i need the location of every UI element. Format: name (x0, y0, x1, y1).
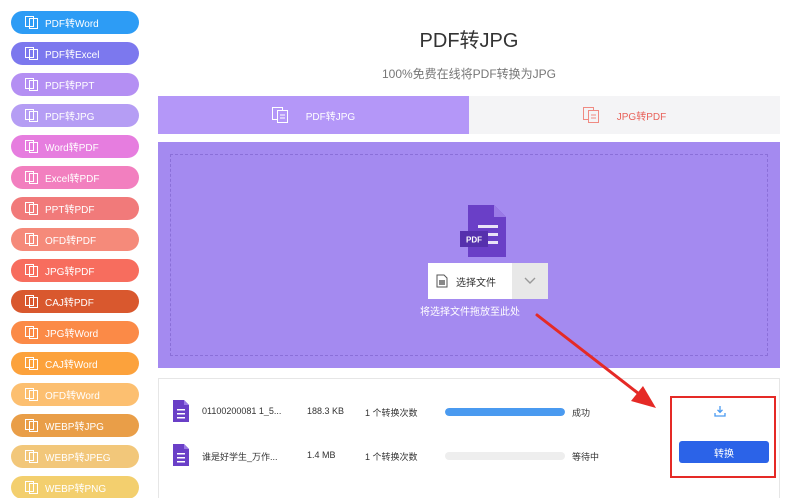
sidebar-item-pdf-to-jpg[interactable]: PDF转JPG (11, 104, 139, 127)
tab-pdf-to-jpg[interactable]: PDF转JPG (158, 96, 469, 134)
file-convert-icon (25, 202, 38, 215)
file-convert-icon (271, 107, 288, 123)
progress-fill (445, 408, 565, 416)
conversion-count: 1 个转换次数 (365, 408, 418, 418)
file-convert-icon (25, 357, 38, 370)
pdf-file-icon (172, 443, 190, 467)
sidebar-item-jpg-to-pdf[interactable]: JPG转PDF (11, 259, 139, 282)
sidebar-item-label: JPG转PDF (45, 267, 95, 278)
sidebar-item-word-to-pdf[interactable]: Word转PDF (11, 135, 139, 158)
file-convert-icon (25, 233, 38, 246)
sidebar-item-label: OFD转PDF (45, 236, 97, 247)
annotation-highlight-box (670, 396, 776, 478)
file-list: 01100200081 1_5... 188.3 KB 1 个转换次数 成功 谁… (158, 378, 780, 498)
file-convert-icon (25, 109, 38, 122)
sidebar-item-jpg-to-word[interactable]: JPG转Word (11, 321, 139, 344)
sidebar-item-label: WEBP转JPG (45, 422, 104, 433)
chevron-down-icon (524, 277, 536, 284)
file-convert-icon (25, 264, 38, 277)
sidebar-item-label: PDF转JPG (45, 112, 95, 123)
page-title: PDF转JPG (419, 30, 519, 52)
file-convert-icon (25, 47, 38, 60)
sidebar-item-ofd-to-word[interactable]: OFD转Word (11, 383, 139, 406)
choose-file-button[interactable]: 选择文件 (428, 263, 512, 299)
sidebar-item-caj-to-word[interactable]: CAJ转Word (11, 352, 139, 375)
tab-label: PDF转JPG (305, 111, 356, 123)
choose-file-label: 选择文件 (456, 277, 496, 289)
sidebar-item-excel-to-pdf[interactable]: Excel转PDF (11, 166, 139, 189)
sidebar-item-label: JPG转Word (45, 329, 99, 340)
file-convert-icon (25, 326, 38, 339)
sidebar-item-label: WEBP转JPEG (45, 453, 111, 464)
file-status: 成功 (572, 408, 591, 418)
conversion-count: 1 个转换次数 (365, 452, 418, 462)
drop-zone[interactable]: PDF 选择文件 将选择文件拖放至此处 (170, 154, 768, 356)
progress-bar (445, 408, 565, 416)
sidebar-item-label: PDF转Word (45, 19, 99, 30)
file-name: 01100200081 1_5... (202, 406, 282, 416)
file-convert-icon (25, 295, 38, 308)
file-size: 1.4 MB (307, 450, 336, 460)
tab-jpg-to-pdf[interactable]: JPG转PDF (469, 96, 780, 134)
file-convert-icon (25, 171, 38, 184)
file-convert-icon (25, 16, 38, 29)
file-convert-icon (25, 388, 38, 401)
sidebar-item-webp-to-jpeg[interactable]: WEBP转JPEG (11, 445, 139, 468)
pdf-doc-label: PDF (466, 236, 482, 245)
sidebar-item-label: PPT转PDF (45, 205, 95, 216)
sidebar-item-label: OFD转Word (45, 391, 100, 402)
progress-bar (445, 452, 565, 460)
sidebar-item-label: PDF转Excel (45, 50, 100, 61)
file-status: 等待中 (572, 452, 600, 462)
file-convert-icon (25, 450, 38, 463)
file-convert-icon (25, 419, 38, 432)
file-convert-icon (25, 78, 38, 91)
upload-panel: PDF 选择文件 将选择文件拖放至此处 (158, 142, 780, 368)
pdf-file-icon (172, 399, 190, 423)
sidebar-item-label: CAJ转Word (45, 360, 98, 371)
tab-label: JPG转PDF (616, 111, 667, 123)
sidebar-item-label: Excel转PDF (45, 174, 100, 185)
sidebar-item-caj-to-pdf[interactable]: CAJ转PDF (11, 290, 139, 313)
file-convert-icon (25, 140, 38, 153)
sidebar-item-label: CAJ转PDF (45, 298, 94, 309)
page-subtitle: 100%免费在线将PDF转换为JPG (381, 67, 557, 81)
file-size: 188.3 KB (307, 406, 345, 416)
file-icon (436, 274, 448, 288)
file-convert-icon (25, 481, 38, 494)
sidebar-item-pdf-to-ppt[interactable]: PDF转PPT (11, 73, 139, 96)
sidebar-item-label: PDF转PPT (45, 81, 95, 92)
choose-file-button-group: 选择文件 (428, 263, 548, 299)
sidebar-item-webp-to-jpg[interactable]: WEBP转JPG (11, 414, 139, 437)
sidebar-item-ppt-to-pdf[interactable]: PPT转PDF (11, 197, 139, 220)
pdf-file-icon: PDF (458, 203, 508, 259)
sidebar-item-label: WEBP转PNG (45, 484, 107, 495)
file-convert-icon (582, 107, 599, 123)
file-name: 谁是好学生_万作... (202, 452, 278, 462)
sidebar-item-label: Word转PDF (45, 143, 99, 154)
sidebar-item-pdf-to-word[interactable]: PDF转Word (11, 11, 139, 34)
sidebar-item-pdf-to-excel[interactable]: PDF转Excel (11, 42, 139, 65)
sidebar-item-ofd-to-pdf[interactable]: OFD转PDF (11, 228, 139, 251)
sidebar-item-webp-to-png[interactable]: WEBP转PNG (11, 476, 139, 498)
choose-source-dropdown[interactable] (512, 263, 548, 299)
drop-hint: 将选择文件拖放至此处 (420, 307, 520, 318)
